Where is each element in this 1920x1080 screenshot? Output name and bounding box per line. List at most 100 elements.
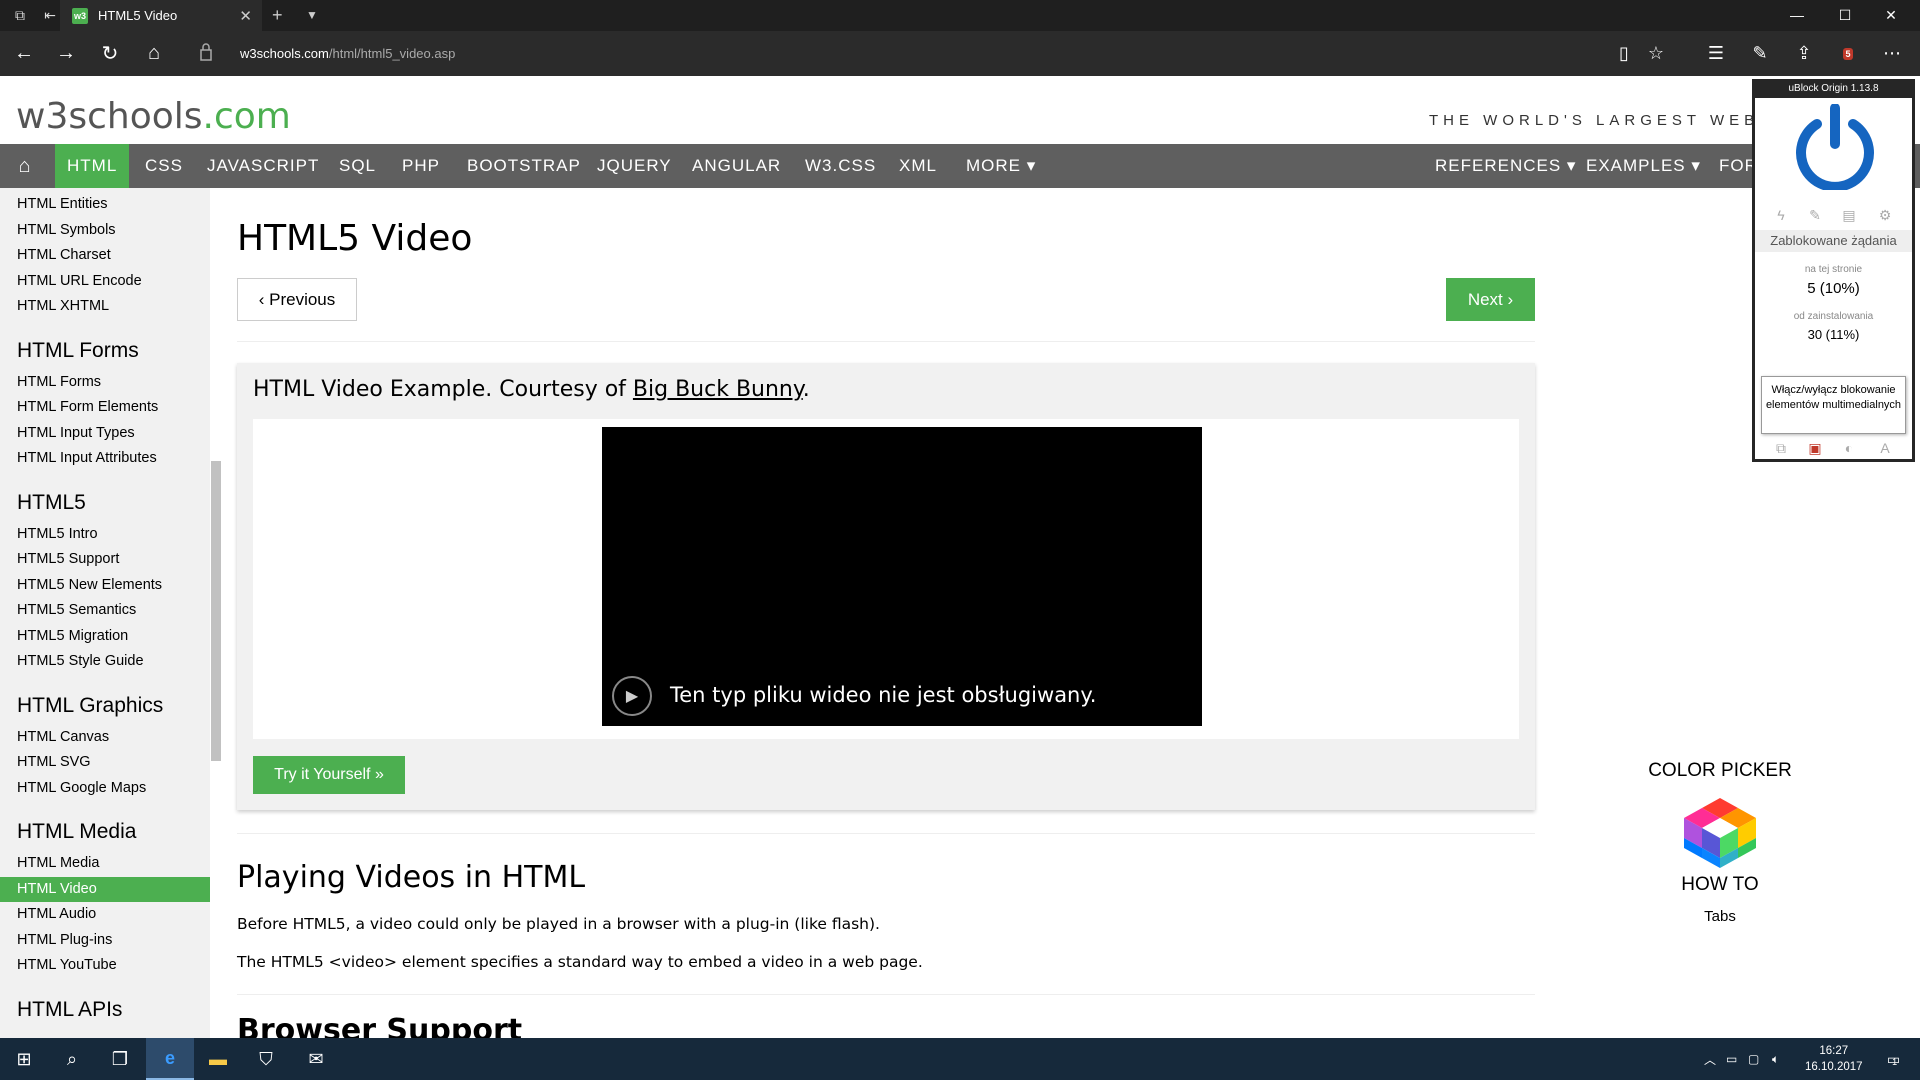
nav-html[interactable]: HTML [55,144,130,188]
sidebar-item-html-plugins[interactable]: HTML Plug-ins [0,928,210,954]
nav-sql[interactable]: SQL [327,144,388,188]
sidebar-item-html-video[interactable]: HTML Video [0,876,210,902]
refresh-icon[interactable]: ↻ [88,31,132,76]
color-picker-icon[interactable] [1681,798,1759,868]
tab-html5-video[interactable]: w3 HTML5 Video ✕ [60,0,262,31]
sidebar-item-html5-new-elements[interactable]: HTML5 New Elements [0,573,210,599]
sidebar-heading-forms: HTML Forms [17,338,139,362]
mail-icon[interactable]: ✉ [292,1038,340,1080]
windows-taskbar: ⊞ ⌕ ❐ e ▬ ⛉ ✉ ︿ ▭ ▢ 🔈︎ 16:27 16.10.2017 … [0,1038,1920,1080]
minimize-button[interactable]: — [1774,0,1820,31]
more-menu-icon[interactable]: ⋯ [1874,31,1910,76]
sidebar-item-html5-intro[interactable]: HTML5 Intro [0,522,210,548]
nav-css[interactable]: CSS [133,144,195,188]
previous-button[interactable]: ‹ Previous [237,278,357,321]
clock-date: 16.10.2017 [1805,1061,1863,1073]
sidebar-item-html-form-elements[interactable]: HTML Form Elements [0,395,210,421]
try-it-yourself-button[interactable]: Try it Yourself » [253,756,405,794]
settings-gear-icon[interactable]: ⚙ [1873,207,1897,224]
sidebar-item-html-forms[interactable]: HTML Forms [0,370,210,396]
nav-references[interactable]: REFERENCES ▾ [1423,144,1588,188]
video-container: ▶ Ten typ pliku wideo nie jest obsługiwa… [253,419,1519,739]
media-block-icon[interactable]: ▣ [1803,440,1827,457]
url-field[interactable]: w3schools.com/html/html5_video.asp [240,31,455,76]
network-icon[interactable]: ▢ [1748,1038,1759,1080]
how-to-heading: HOW TO [1681,874,1759,895]
sidebar-item-html-xhtml[interactable]: HTML XHTML [0,294,210,320]
paragraph-2: The HTML5 <video> element specifies a st… [237,953,923,971]
forward-arrow-icon[interactable]: → [44,31,88,76]
nav-javascript[interactable]: JAVASCRIPT [195,144,331,188]
nav-examples[interactable]: EXAMPLES ▾ [1574,144,1713,188]
close-tab-icon[interactable]: ✕ [239,7,252,25]
tray-chevron-up-icon[interactable]: ︿ [1704,1038,1716,1080]
nav-php[interactable]: PHP [390,144,452,188]
sidebar-item-html-entities[interactable]: HTML Entities [0,192,210,218]
home-icon[interactable]: ⌂ [132,31,176,76]
sidebar-item-html-media[interactable]: HTML Media [0,851,210,877]
notifications-icon[interactable]: ▭ 1 [1868,1038,1916,1080]
logger-icon[interactable]: ▤ [1837,207,1861,224]
power-icon[interactable] [1792,104,1878,190]
sidebar-item-html-symbols[interactable]: HTML Symbols [0,218,210,244]
nav-bootstrap[interactable]: BOOTSTRAP [455,144,593,188]
sidebar-heading-html5: HTML5 [17,490,86,514]
nav-more[interactable]: MORE ▾ [954,144,1048,188]
sidebar-item-html-google-maps[interactable]: HTML Google Maps [0,776,210,802]
ublock-extension-icon[interactable]: 5 [1830,31,1866,76]
browser-support-heading: Browser Support [237,1013,523,1038]
sidebar-item-html-svg[interactable]: HTML SVG [0,750,210,776]
how-to-tabs-link[interactable]: Tabs [1620,908,1820,925]
edge-browser-icon[interactable]: e [146,1038,194,1080]
nav-w3css[interactable]: W3.CSS [793,144,888,188]
share-icon[interactable]: ⇪ [1786,31,1822,76]
sidebar-item-html-audio[interactable]: HTML Audio [0,902,210,928]
clock[interactable]: 16:27 16.10.2017 [1805,1043,1863,1075]
sidebar-item-html5-style-guide[interactable]: HTML5 Style Guide [0,649,210,675]
video-player[interactable]: ▶ Ten typ pliku wideo nie jest obsługiwa… [602,427,1202,726]
ublock-popup: uBlock Origin 1.13.8 ϟ ✎ ▤ ⚙ Zablokowane… [1752,79,1915,462]
store-icon[interactable]: ⛉ [242,1038,290,1080]
w3schools-favicon-icon: w3 [72,7,88,24]
close-window-button[interactable]: ✕ [1868,0,1914,31]
sidebar-item-html-youtube[interactable]: HTML YouTube [0,953,210,979]
cosmetic-filter-icon[interactable]: ◐ [1837,440,1861,456]
lock-icon [200,43,212,61]
favorites-hub-icon[interactable]: ☰ [1698,31,1734,76]
nav-angular[interactable]: ANGULAR [680,144,793,188]
tab-list-chevron-down-icon[interactable]: ▼ [306,0,318,31]
back-arrow-icon[interactable]: ← [2,31,46,76]
example-title-prefix: HTML Video Example. Courtesy of [253,377,633,402]
sidebar-item-html-url-encode[interactable]: HTML URL Encode [0,269,210,295]
remote-fonts-icon[interactable]: A [1873,440,1897,456]
sidebar-item-html5-migration[interactable]: HTML5 Migration [0,624,210,650]
lightning-icon[interactable]: ϟ [1769,207,1793,223]
sidebar-scrollbar-thumb[interactable] [211,461,221,761]
favorite-star-icon[interactable]: ☆ [1638,31,1674,76]
reading-view-icon[interactable]: ▯ [1606,31,1642,76]
next-button[interactable]: Next › [1446,278,1535,321]
popup-block-icon[interactable]: ⧉ [1769,440,1793,457]
sidebar-item-html-charset[interactable]: HTML Charset [0,243,210,269]
sidebar-item-html-input-attributes[interactable]: HTML Input Attributes [0,446,210,472]
maximize-button[interactable]: ☐ [1822,0,1868,31]
volume-icon[interactable]: 🔈︎ [1772,1038,1779,1080]
new-tab-button[interactable]: + [272,0,283,31]
task-view-icon[interactable]: ❐ [96,1038,144,1080]
tray-device-icon[interactable]: ▭ [1726,1038,1737,1080]
sidebar-item-html5-semantics[interactable]: HTML5 Semantics [0,598,210,624]
sidebar-item-html-canvas[interactable]: HTML Canvas [0,725,210,751]
home-icon[interactable]: ⌂ [0,144,50,188]
eyedropper-icon[interactable]: ✎ [1803,207,1827,224]
nav-jquery[interactable]: JQUERY [585,144,684,188]
sidebar-item-html5-support[interactable]: HTML5 Support [0,547,210,573]
file-explorer-icon[interactable]: ▬ [194,1038,242,1080]
start-windows-icon[interactable]: ⊞ [0,1038,48,1080]
search-icon[interactable]: ⌕ [48,1038,96,1080]
w3schools-logo[interactable]: w3schools.com [16,96,291,137]
sidebar-item-html-input-types[interactable]: HTML Input Types [0,421,210,447]
web-note-pen-icon[interactable]: ✎ [1742,31,1778,76]
play-icon[interactable]: ▶ [612,676,652,716]
big-buck-bunny-link[interactable]: Big Buck Bunny [633,377,803,402]
nav-xml[interactable]: XML [887,144,949,188]
